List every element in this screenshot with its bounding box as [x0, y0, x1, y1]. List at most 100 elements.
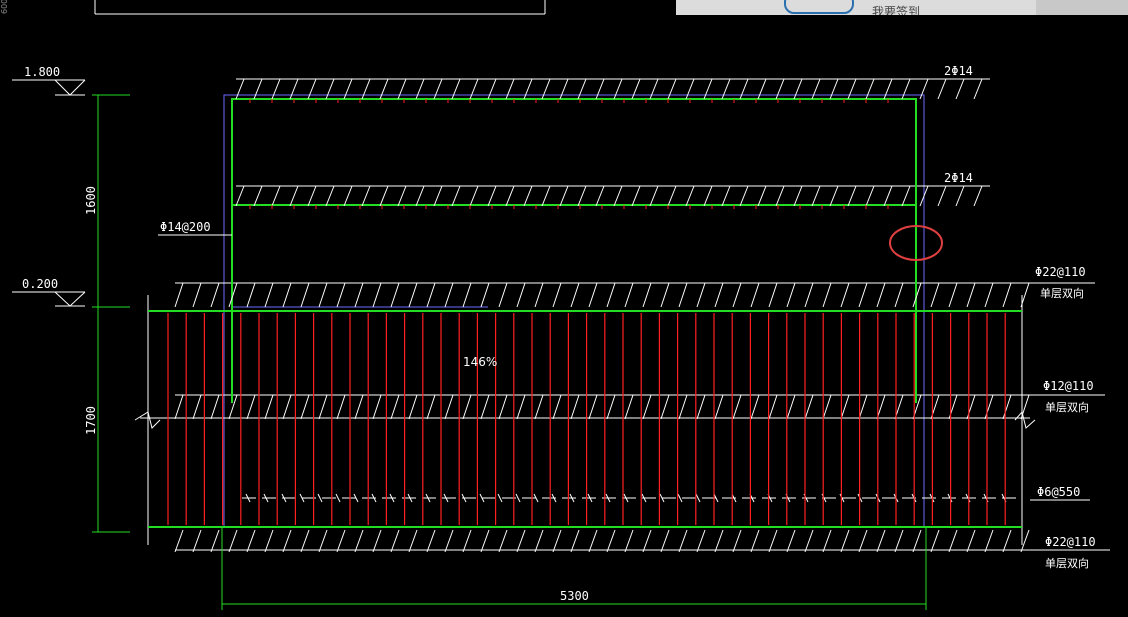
hatch-mark [552, 529, 562, 553]
hatch-mark [660, 529, 670, 553]
hatch-mark [282, 282, 292, 308]
rebar-slab-top-note: 单层双向 [1040, 286, 1084, 300]
hatch-mark [739, 78, 749, 100]
hatch-mark [300, 529, 310, 553]
hatch-mark [937, 185, 947, 207]
top-notification-panel[interactable]: 我要签到 [676, 0, 1128, 15]
hatch-mark [721, 185, 731, 207]
hatch-mark [1002, 529, 1012, 553]
hatch-mark [786, 529, 796, 553]
tie-tick [497, 493, 503, 503]
hatch-mark [595, 78, 605, 100]
hatch-mark [984, 282, 994, 308]
hatch-mark [714, 529, 724, 553]
hatch-mark [318, 394, 328, 420]
hatch-mark [415, 185, 425, 207]
rebar-stirrup-label: Φ14@200 [160, 220, 211, 234]
checkin-icon [784, 0, 854, 14]
hatch-mark [678, 282, 688, 308]
hatch-mark [498, 529, 508, 553]
hatch-mark [660, 394, 670, 420]
hatch-mark [271, 185, 281, 207]
hatch-mark [930, 529, 940, 553]
rebar-top-bar-label: 2Φ14 [944, 64, 973, 78]
hatch-mark [876, 282, 886, 308]
hatch-mark [300, 282, 310, 308]
hatch-mark [433, 78, 443, 100]
hatch-mark [228, 529, 238, 553]
hatch-mark [271, 78, 281, 100]
hatch-mark [282, 394, 292, 420]
hatch-mark [462, 529, 472, 553]
zoom-level: 146% [463, 355, 498, 369]
checkin-text[interactable]: 我要签到 [872, 3, 920, 15]
hatch-mark [624, 529, 634, 553]
hatch-mark [354, 282, 364, 308]
hatch-mark [426, 529, 436, 553]
hatch-mark [282, 529, 292, 553]
hatch-mark [372, 529, 382, 553]
hatch-mark [865, 185, 875, 207]
hatch-mark [318, 529, 328, 553]
hatch-mark [426, 394, 436, 420]
hatch-mark [883, 185, 893, 207]
hatch-mark [847, 78, 857, 100]
hatch-mark [336, 529, 346, 553]
hatch-mark [210, 529, 220, 553]
hatch-mark [480, 282, 490, 308]
hatch-mark [469, 185, 479, 207]
hatch-mark [534, 282, 544, 308]
hatch-mark [570, 394, 580, 420]
hatch-mark [210, 394, 220, 420]
hatch-mark [307, 78, 317, 100]
hatch-mark [253, 78, 263, 100]
hatch-mark [552, 282, 562, 308]
hatch-mark [984, 394, 994, 420]
hatch-mark [174, 529, 184, 553]
hatch-mark [192, 394, 202, 420]
hatch-mark [264, 529, 274, 553]
hatch-mark [588, 394, 598, 420]
hatch-mark [732, 394, 742, 420]
hatch-mark [552, 394, 562, 420]
hatch-mark [966, 529, 976, 553]
level-mid-label: 0.200 [22, 277, 58, 291]
hatch-mark [750, 394, 760, 420]
hatch-mark [487, 185, 497, 207]
hatch-mark [804, 282, 814, 308]
tie-tick [677, 493, 683, 503]
hatch-mark [451, 185, 461, 207]
hatch-mark [804, 529, 814, 553]
hatch-mark [858, 394, 868, 420]
hatch-mark [883, 78, 893, 100]
cad-drawing-canvas[interactable]: 1.800 0.200 1600 1700 5300 2Φ14 2Φ14 Φ14… [0, 0, 1128, 617]
rebar-tie-label: Φ6@550 [1037, 485, 1080, 499]
hatch-mark [703, 185, 713, 207]
hatch-mark [433, 185, 443, 207]
hatch-mark [948, 529, 958, 553]
hatch-mark [444, 394, 454, 420]
hatch-mark [444, 282, 454, 308]
hatch-mark [613, 185, 623, 207]
hatch-mark [721, 78, 731, 100]
hatch-mark [289, 185, 299, 207]
hatch-mark [811, 78, 821, 100]
rebar-slab-mid-note: 单层双向 [1045, 400, 1089, 414]
hatch-mark [523, 78, 533, 100]
hatch-mark [210, 282, 220, 308]
hatch-mark [1002, 394, 1012, 420]
tie-tick [317, 493, 323, 503]
hatch-mark [408, 529, 418, 553]
hatch-mark [955, 185, 965, 207]
panel-divider [1036, 0, 1128, 15]
hatch-mark [408, 282, 418, 308]
hatch-mark [966, 282, 976, 308]
hatch-mark [822, 282, 832, 308]
rebar-middle-bar-label: 2Φ14 [944, 171, 973, 185]
hatch-mark [559, 185, 569, 207]
hatch-mark [649, 185, 659, 207]
hatch-mark [343, 78, 353, 100]
hatch-mark [786, 282, 796, 308]
hatch-mark [192, 282, 202, 308]
hatch-mark [541, 78, 551, 100]
